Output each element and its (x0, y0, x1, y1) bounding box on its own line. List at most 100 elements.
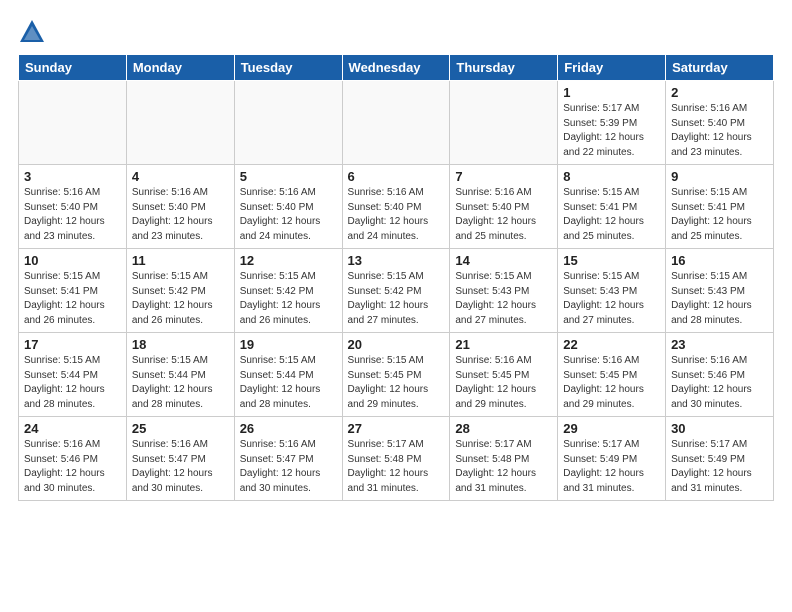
calendar-cell: 20 Sunrise: 5:15 AM Sunset: 5:45 PM Dayli… (342, 333, 450, 417)
calendar-week-row: 10 Sunrise: 5:15 AM Sunset: 5:41 PM Dayli… (19, 249, 774, 333)
day-detail: Sunrise: 5:15 AM Sunset: 5:44 PM Dayligh… (24, 354, 121, 412)
day-detail: Sunrise: 5:15 AM Sunset: 5:43 PM Dayligh… (671, 270, 768, 328)
day-number: 29 (563, 421, 660, 436)
day-detail: Sunrise: 5:16 AM Sunset: 5:40 PM Dayligh… (348, 186, 445, 244)
day-number: 22 (563, 337, 660, 352)
day-detail: Sunrise: 5:15 AM Sunset: 5:41 PM Dayligh… (563, 186, 660, 244)
day-detail: Sunrise: 5:17 AM Sunset: 5:49 PM Dayligh… (563, 438, 660, 496)
day-detail: Sunrise: 5:16 AM Sunset: 5:47 PM Dayligh… (132, 438, 229, 496)
calendar-cell: 16Sunrise: 5:15 AM Sunset: 5:43 PM Dayli… (666, 249, 774, 333)
day-number: 13 (348, 253, 445, 268)
day-detail: Sunrise: 5:15 AM Sunset: 5:43 PM Dayligh… (563, 270, 660, 328)
weekday-header-monday: Monday (126, 55, 234, 81)
calendar-cell: 25Sunrise: 5:16 AM Sunset: 5:47 PM Dayli… (126, 417, 234, 501)
day-number: 1 (563, 85, 660, 100)
day-detail: Sunrise: 5:17 AM Sunset: 5:49 PM Dayligh… (671, 438, 768, 496)
day-detail: Sunrise: 5:17 AM Sunset: 5:48 PM Dayligh… (348, 438, 445, 496)
day-number: 3 (24, 169, 121, 184)
day-number: 2 (671, 85, 768, 100)
day-number: 10 (24, 253, 121, 268)
day-number: 14 (455, 253, 552, 268)
day-detail: Sunrise: 5:17 AM Sunset: 5:39 PM Dayligh… (563, 102, 660, 160)
day-detail: Sunrise: 5:15 AM Sunset: 5:44 PM Dayligh… (240, 354, 337, 412)
day-number: 17 (24, 337, 121, 352)
day-detail: Sunrise: 5:16 AM Sunset: 5:45 PM Dayligh… (563, 354, 660, 412)
calendar-cell: 8 Sunrise: 5:15 AM Sunset: 5:41 PM Daylig… (558, 165, 666, 249)
calendar-cell: 4 Sunrise: 5:16 AM Sunset: 5:40 PM Daylig… (126, 165, 234, 249)
day-number: 12 (240, 253, 337, 268)
day-number: 27 (348, 421, 445, 436)
day-number: 21 (455, 337, 552, 352)
calendar-cell (342, 81, 450, 165)
day-detail: Sunrise: 5:15 AM Sunset: 5:43 PM Dayligh… (455, 270, 552, 328)
day-detail: Sunrise: 5:16 AM Sunset: 5:40 PM Dayligh… (132, 186, 229, 244)
calendar-cell: 24 Sunrise: 5:16 AM Sunset: 5:46 PM Dayli… (19, 417, 127, 501)
day-detail: Sunrise: 5:16 AM Sunset: 5:40 PM Dayligh… (671, 102, 768, 160)
day-detail: Sunrise: 5:16 AM Sunset: 5:46 PM Dayligh… (24, 438, 121, 496)
calendar-cell: 2 Sunrise: 5:16 AM Sunset: 5:40 PM Daylig… (666, 81, 774, 165)
calendar-cell: 23Sunrise: 5:16 AM Sunset: 5:46 PM Dayli… (666, 333, 774, 417)
day-number: 8 (563, 169, 660, 184)
weekday-header-thursday: Thursday (450, 55, 558, 81)
calendar-cell (450, 81, 558, 165)
calendar-cell: 22 Sunrise: 5:16 AM Sunset: 5:45 PM Dayli… (558, 333, 666, 417)
calendar-cell: 27 Sunrise: 5:17 AM Sunset: 5:48 PM Dayli… (342, 417, 450, 501)
day-detail: Sunrise: 5:15 AM Sunset: 5:42 PM Dayligh… (132, 270, 229, 328)
calendar-week-row: 17 Sunrise: 5:15 AM Sunset: 5:44 PM Dayli… (19, 333, 774, 417)
calendar-cell: 12 Sunrise: 5:15 AM Sunset: 5:42 PM Dayli… (234, 249, 342, 333)
calendar-cell: 6 Sunrise: 5:16 AM Sunset: 5:40 PM Daylig… (342, 165, 450, 249)
day-detail: Sunrise: 5:15 AM Sunset: 5:45 PM Dayligh… (348, 354, 445, 412)
header (18, 18, 774, 46)
calendar-cell (234, 81, 342, 165)
weekday-header-tuesday: Tuesday (234, 55, 342, 81)
calendar-cell (19, 81, 127, 165)
day-detail: Sunrise: 5:16 AM Sunset: 5:40 PM Dayligh… (240, 186, 337, 244)
calendar-page: SundayMondayTuesdayWednesdayThursdayFrid… (0, 0, 792, 511)
day-number: 15 (563, 253, 660, 268)
day-detail: Sunrise: 5:16 AM Sunset: 5:40 PM Dayligh… (24, 186, 121, 244)
calendar-cell: 19 Sunrise: 5:15 AM Sunset: 5:44 PM Dayli… (234, 333, 342, 417)
day-detail: Sunrise: 5:16 AM Sunset: 5:40 PM Dayligh… (455, 186, 552, 244)
logo (18, 18, 50, 46)
calendar-cell: 1 Sunrise: 5:17 AM Sunset: 5:39 PM Daylig… (558, 81, 666, 165)
calendar-cell: 3 Sunrise: 5:16 AM Sunset: 5:40 PM Daylig… (19, 165, 127, 249)
day-number: 26 (240, 421, 337, 436)
calendar-cell: 29 Sunrise: 5:17 AM Sunset: 5:49 PM Dayli… (558, 417, 666, 501)
weekday-header-row: SundayMondayTuesdayWednesdayThursdayFrid… (19, 55, 774, 81)
weekday-header-friday: Friday (558, 55, 666, 81)
day-number: 24 (24, 421, 121, 436)
day-number: 18 (132, 337, 229, 352)
calendar-table: SundayMondayTuesdayWednesdayThursdayFrid… (18, 54, 774, 501)
weekday-header-saturday: Saturday (666, 55, 774, 81)
day-number: 6 (348, 169, 445, 184)
calendar-header: SundayMondayTuesdayWednesdayThursdayFrid… (19, 55, 774, 81)
day-detail: Sunrise: 5:16 AM Sunset: 5:45 PM Dayligh… (455, 354, 552, 412)
day-number: 20 (348, 337, 445, 352)
day-detail: Sunrise: 5:15 AM Sunset: 5:41 PM Dayligh… (671, 186, 768, 244)
day-number: 5 (240, 169, 337, 184)
calendar-week-row: 1 Sunrise: 5:17 AM Sunset: 5:39 PM Daylig… (19, 81, 774, 165)
calendar-week-row: 3 Sunrise: 5:16 AM Sunset: 5:40 PM Daylig… (19, 165, 774, 249)
day-detail: Sunrise: 5:15 AM Sunset: 5:41 PM Dayligh… (24, 270, 121, 328)
calendar-cell: 7Sunrise: 5:16 AM Sunset: 5:40 PM Daylig… (450, 165, 558, 249)
day-number: 28 (455, 421, 552, 436)
calendar-cell: 17 Sunrise: 5:15 AM Sunset: 5:44 PM Dayli… (19, 333, 127, 417)
calendar-cell: 11 Sunrise: 5:15 AM Sunset: 5:42 PM Dayli… (126, 249, 234, 333)
calendar-cell: 10 Sunrise: 5:15 AM Sunset: 5:41 PM Dayli… (19, 249, 127, 333)
day-number: 9 (671, 169, 768, 184)
calendar-cell: 18 Sunrise: 5:15 AM Sunset: 5:44 PM Dayli… (126, 333, 234, 417)
day-number: 4 (132, 169, 229, 184)
logo-icon (18, 18, 46, 46)
day-detail: Sunrise: 5:15 AM Sunset: 5:42 PM Dayligh… (240, 270, 337, 328)
day-number: 11 (132, 253, 229, 268)
day-detail: Sunrise: 5:16 AM Sunset: 5:46 PM Dayligh… (671, 354, 768, 412)
day-number: 19 (240, 337, 337, 352)
day-detail: Sunrise: 5:15 AM Sunset: 5:44 PM Dayligh… (132, 354, 229, 412)
calendar-cell: 21 Sunrise: 5:16 AM Sunset: 5:45 PM Dayli… (450, 333, 558, 417)
calendar-cell: 28 Sunrise: 5:17 AM Sunset: 5:48 PM Dayli… (450, 417, 558, 501)
day-detail: Sunrise: 5:17 AM Sunset: 5:48 PM Dayligh… (455, 438, 552, 496)
weekday-header-sunday: Sunday (19, 55, 127, 81)
day-detail: Sunrise: 5:15 AM Sunset: 5:42 PM Dayligh… (348, 270, 445, 328)
calendar-cell: 14 Sunrise: 5:15 AM Sunset: 5:43 PM Dayli… (450, 249, 558, 333)
calendar-cell (126, 81, 234, 165)
